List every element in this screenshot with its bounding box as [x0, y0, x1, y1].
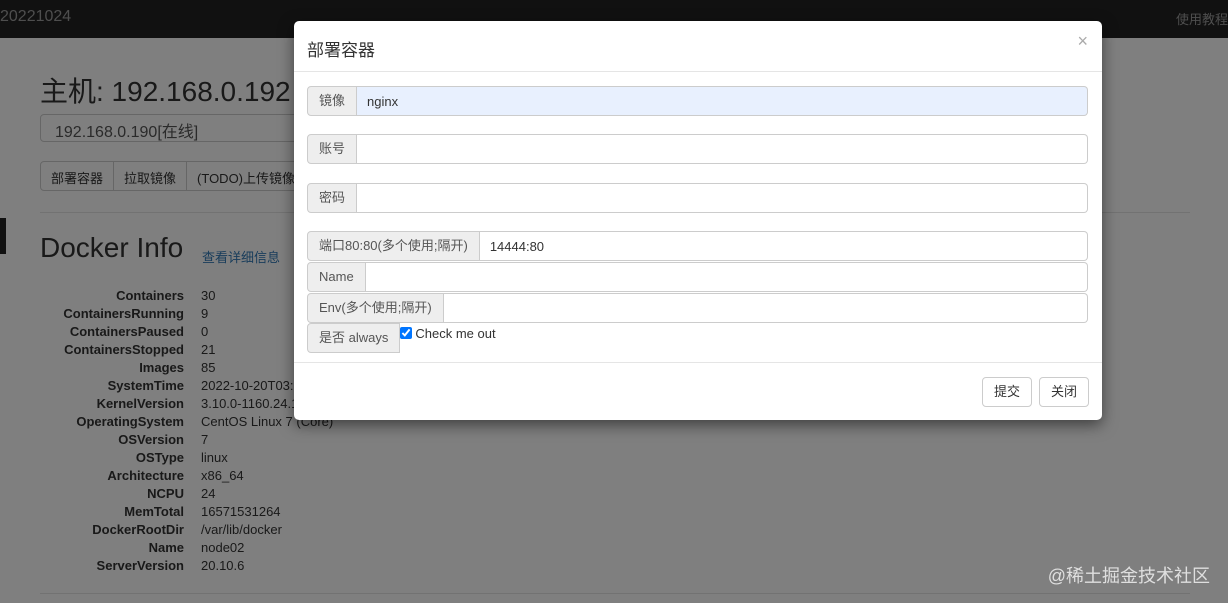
- ports-input-group: 端口80:80(多个使用;隔开): [307, 231, 1088, 261]
- modal-title: 部署容器: [307, 41, 375, 60]
- env-label: Env(多个使用;隔开): [307, 293, 444, 323]
- always-checkbox[interactable]: [400, 327, 413, 339]
- account-label: 账号: [307, 134, 358, 164]
- env-input[interactable]: [443, 293, 1088, 323]
- modal-header: 部署容器 ×: [294, 21, 1102, 72]
- name-input-group: Name: [307, 262, 1088, 292]
- env-input-group: Env(多个使用;隔开): [307, 293, 1088, 323]
- image-input[interactable]: [357, 86, 1088, 116]
- ports-input[interactable]: [479, 231, 1088, 261]
- watermark-text: @稀土掘金技术社区: [1047, 566, 1210, 586]
- always-label: 是否 always: [307, 323, 401, 353]
- deploy-container-modal: 部署容器 × 镜像 账号 密码 端口80:80(多个使用;隔开) Name En…: [294, 21, 1102, 420]
- modal-footer: 提交 关闭: [294, 362, 1102, 421]
- checkbox-text: Check me out: [415, 325, 496, 341]
- password-input-group: 密码: [307, 183, 1088, 213]
- name-label: Name: [307, 262, 366, 292]
- close-button[interactable]: 关闭: [1039, 377, 1090, 407]
- account-input[interactable]: [357, 134, 1088, 164]
- account-input-group: 账号: [307, 134, 1088, 164]
- ports-label: 端口80:80(多个使用;隔开): [307, 231, 480, 261]
- image-input-group: 镜像: [307, 86, 1088, 116]
- name-input[interactable]: [365, 262, 1088, 292]
- password-input[interactable]: [357, 183, 1088, 213]
- always-restart-row: 是否 always Check me out: [307, 323, 496, 353]
- password-label: 密码: [307, 183, 358, 213]
- submit-button[interactable]: 提交: [982, 377, 1033, 407]
- close-icon[interactable]: ×: [1077, 31, 1088, 52]
- image-label: 镜像: [307, 86, 358, 116]
- always-checkbox-label[interactable]: Check me out: [400, 323, 496, 343]
